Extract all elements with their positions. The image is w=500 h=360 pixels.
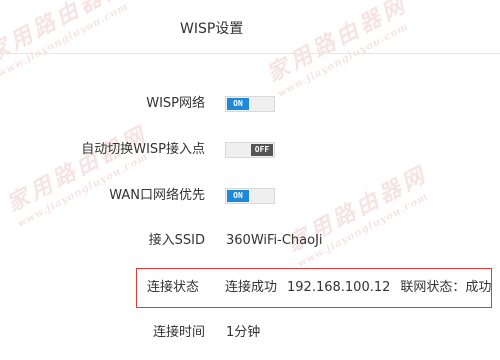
auto-switch-label: 自动切换WISP接入点 xyxy=(81,142,205,157)
duration-label: 连接时间 xyxy=(152,325,205,340)
auto-switch-toggle[interactable]: OFF xyxy=(225,142,275,158)
connection-result: 连接成功 xyxy=(225,280,278,295)
auto-switch-row: 自动切换WISP接入点 OFF xyxy=(0,138,500,162)
wisp-network-toggle[interactable]: ON xyxy=(225,96,275,112)
ssid-row: 接入SSID 360WiFi-ChaoJi xyxy=(0,229,500,253)
internet-status: 联网状态：成功 xyxy=(400,280,492,295)
wan-priority-label: WAN口网络优先 xyxy=(109,188,205,203)
duration-row: 连接时间 1分钟 xyxy=(0,321,500,345)
connection-ip: 192.168.100.12 xyxy=(287,280,391,295)
wisp-network-label: WISP网络 xyxy=(146,96,205,111)
page-title: WISP设置 xyxy=(180,21,244,37)
toggle-state: ON xyxy=(227,190,249,202)
ssid-label: 接入SSID xyxy=(148,233,205,248)
watermark: 家用路由器网 www.jiayongluyou.com xyxy=(2,121,153,230)
header-divider xyxy=(0,53,500,54)
wan-priority-row: WAN口网络优先 ON xyxy=(0,184,500,208)
duration-value: 1分钟 xyxy=(226,325,261,340)
page-header: WISP设置 xyxy=(0,0,500,58)
toggle-state: OFF xyxy=(251,144,273,156)
toggle-state: ON xyxy=(227,98,249,110)
ssid-value: 360WiFi-ChaoJi xyxy=(226,233,323,248)
connection-status-label: 连接状态 xyxy=(147,280,200,295)
wan-priority-toggle[interactable]: ON xyxy=(225,188,275,204)
wisp-network-row: WISP网络 ON xyxy=(0,92,500,116)
connection-status-value: 连接成功 192.168.100.12 联网状态：成功 xyxy=(225,276,492,300)
connection-status-highlight: 连接状态 连接成功 192.168.100.12 联网状态：成功 xyxy=(136,268,492,308)
